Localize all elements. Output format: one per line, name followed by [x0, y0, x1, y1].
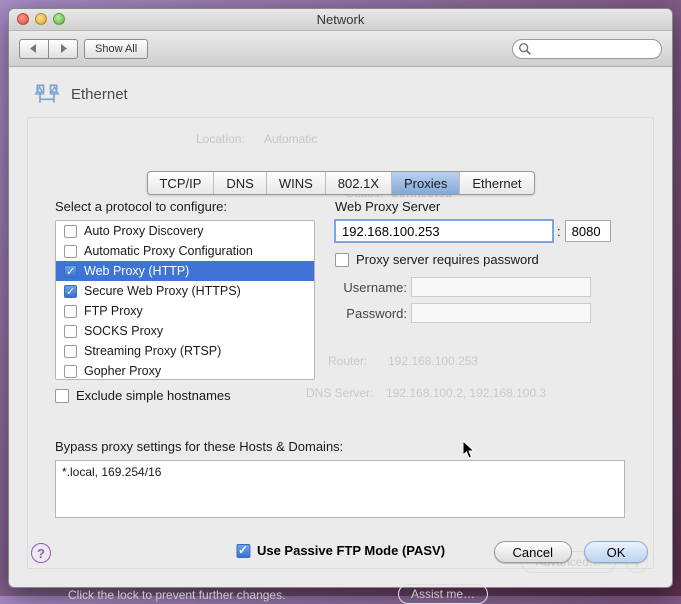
- tab-bar: TCP/IP DNS WINS 802.1X Proxies Ethernet: [146, 171, 534, 195]
- password-label: Password:: [335, 306, 407, 321]
- proxy-server-heading: Web Proxy Server: [335, 199, 646, 214]
- toolbar: Show All: [9, 31, 672, 67]
- bg-dns-value: 192.168.100.2, 192.168.100.3: [386, 386, 546, 400]
- bg-location-value: Automatic: [264, 132, 317, 146]
- help-button[interactable]: ?: [31, 543, 51, 563]
- dialog-buttons: Cancel OK: [494, 541, 648, 563]
- protocol-row[interactable]: Auto Proxy Discovery: [56, 221, 314, 241]
- content-area: Ethernet Location: Automatic Status: Con…: [9, 67, 672, 587]
- tab-wins[interactable]: WINS: [267, 172, 326, 194]
- interface-header: Ethernet: [9, 67, 672, 117]
- proxy-port-input[interactable]: [565, 220, 611, 242]
- bg-dns-label: DNS Server:: [306, 386, 373, 400]
- nav-back-forward: [19, 39, 78, 59]
- cancel-button[interactable]: Cancel: [494, 541, 572, 563]
- passive-ftp-checkbox[interactable]: Use Passive FTP Mode (PASV): [236, 543, 445, 558]
- proxy-host-input[interactable]: [335, 220, 553, 242]
- exclude-simple-checkbox[interactable]: Exclude simple hostnames: [55, 388, 315, 403]
- tab-ethernet[interactable]: Ethernet: [460, 172, 533, 194]
- protocol-row[interactable]: Automatic Proxy Configuration: [56, 241, 314, 261]
- bg-router-label: Router:: [328, 354, 367, 368]
- checkbox-icon[interactable]: [64, 265, 77, 278]
- tab-8021x[interactable]: 802.1X: [326, 172, 392, 194]
- bg-lock-text: Click the lock to prevent further change…: [68, 588, 285, 602]
- window-title: Network: [9, 12, 672, 27]
- bg-router-value: 192.168.100.253: [388, 354, 478, 368]
- tab-dns[interactable]: DNS: [214, 172, 266, 194]
- search-input[interactable]: [512, 39, 662, 59]
- checkbox-icon[interactable]: [64, 365, 77, 378]
- zoom-icon[interactable]: [53, 13, 65, 25]
- username-input[interactable]: [411, 277, 591, 297]
- forward-button[interactable]: [48, 39, 78, 59]
- checkbox-icon[interactable]: [64, 245, 77, 258]
- protocol-list[interactable]: Auto Proxy Discovery Automatic Proxy Con…: [55, 220, 315, 380]
- checkbox-icon[interactable]: [64, 225, 77, 238]
- checkbox-icon[interactable]: [64, 345, 77, 358]
- protocol-row[interactable]: SOCKS Proxy: [56, 321, 314, 341]
- minimize-icon[interactable]: [35, 13, 47, 25]
- requires-password-checkbox[interactable]: Proxy server requires password: [335, 252, 646, 267]
- titlebar: Network: [9, 9, 672, 31]
- checkbox-icon[interactable]: [55, 389, 69, 403]
- back-button[interactable]: [19, 39, 48, 59]
- host-port-separator: :: [557, 224, 561, 239]
- protocol-row[interactable]: Gopher Proxy: [56, 361, 314, 380]
- ethernet-icon: [33, 81, 61, 107]
- checkbox-icon[interactable]: [64, 325, 77, 338]
- username-label: Username:: [335, 280, 407, 295]
- show-all-button[interactable]: Show All: [84, 39, 148, 59]
- protocol-row[interactable]: Web Proxy (HTTP): [56, 261, 314, 281]
- checkbox-icon[interactable]: [236, 544, 250, 558]
- bypass-textarea[interactable]: *.local, 169.254/16: [55, 460, 625, 518]
- bg-assist-button: Assist me…: [398, 584, 488, 604]
- checkbox-icon[interactable]: [64, 305, 77, 318]
- ok-button[interactable]: OK: [584, 541, 648, 563]
- bg-location-label: Location:: [196, 132, 245, 146]
- traffic-lights: [17, 13, 65, 25]
- checkbox-icon[interactable]: [335, 253, 349, 267]
- close-icon[interactable]: [17, 13, 29, 25]
- search-icon: [518, 42, 532, 56]
- protocol-row[interactable]: FTP Proxy: [56, 301, 314, 321]
- password-input[interactable]: [411, 303, 591, 323]
- network-preferences-window: Network Show All Ethernet: [8, 8, 673, 588]
- protocol-row[interactable]: Streaming Proxy (RTSP): [56, 341, 314, 361]
- protocol-row[interactable]: Secure Web Proxy (HTTPS): [56, 281, 314, 301]
- tab-tcpip[interactable]: TCP/IP: [147, 172, 214, 194]
- bypass-label: Bypass proxy settings for these Hosts & …: [55, 439, 625, 454]
- checkbox-icon[interactable]: [64, 285, 77, 298]
- search-field[interactable]: [512, 39, 662, 59]
- tab-proxies[interactable]: Proxies: [392, 172, 460, 194]
- interface-name: Ethernet: [71, 86, 128, 103]
- select-protocol-label: Select a protocol to configure:: [55, 199, 315, 214]
